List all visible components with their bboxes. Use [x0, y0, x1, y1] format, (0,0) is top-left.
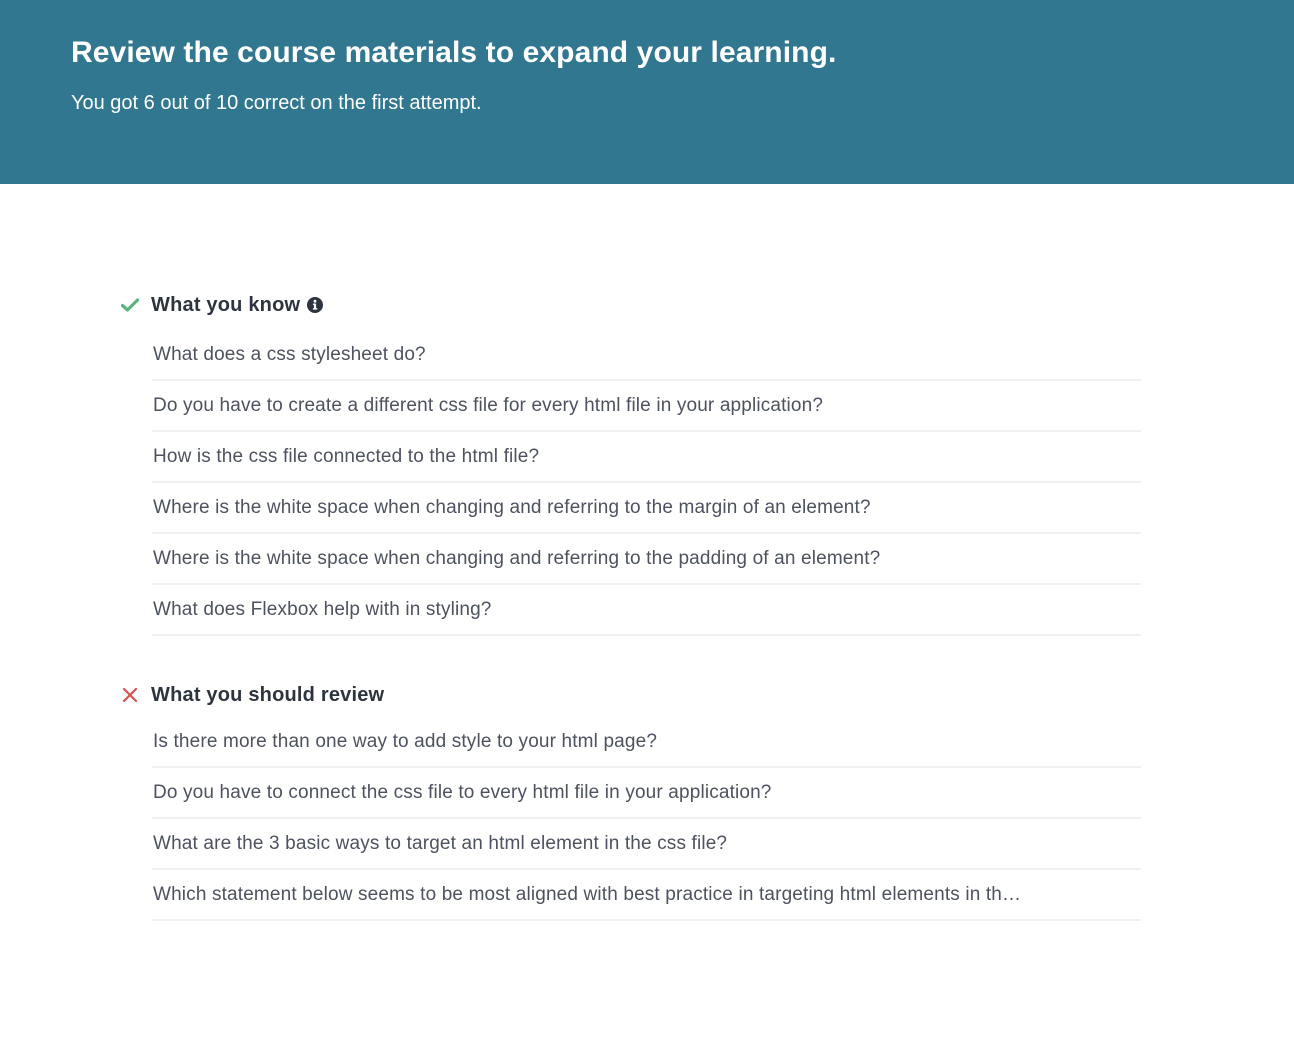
question-text: Where is the white space when changing a… — [153, 496, 871, 518]
question-text: Do you have to connect the css file to e… — [153, 781, 772, 803]
know-section: What you know What does a css stylesheet… — [120, 292, 1141, 636]
question-text: What does Flexbox help with in styling? — [153, 598, 492, 620]
results-banner: Review the course materials to expand yo… — [0, 0, 1294, 184]
question-item[interactable]: Which statement below seems to be most a… — [152, 870, 1141, 921]
review-section: What you should review Is there more tha… — [120, 682, 1141, 921]
know-section-header: What you know — [120, 292, 1141, 318]
question-item[interactable]: Is there more than one way to add style … — [152, 717, 1141, 768]
question-text: How is the css file connected to the htm… — [153, 445, 540, 467]
question-item[interactable]: What does a css stylesheet do? — [152, 330, 1141, 381]
know-section-title: What you know — [151, 293, 301, 316]
review-section-title: What you should review — [151, 683, 385, 706]
check-icon — [120, 295, 140, 315]
info-icon[interactable] — [307, 297, 324, 313]
question-text: What are the 3 basic ways to target an h… — [153, 832, 728, 854]
question-item[interactable]: What does Flexbox help with in styling? — [152, 585, 1141, 636]
question-item[interactable]: Where is the white space when changing a… — [152, 483, 1141, 534]
question-text: Do you have to create a different css fi… — [153, 394, 824, 416]
know-question-list: What does a css stylesheet do? Do you ha… — [152, 330, 1141, 636]
question-item[interactable]: Do you have to create a different css fi… — [152, 381, 1141, 432]
question-text: What does a css stylesheet do? — [153, 343, 426, 365]
review-section-header: What you should review — [120, 682, 1141, 708]
question-item[interactable]: How is the css file connected to the htm… — [152, 432, 1141, 483]
question-text: Where is the white space when changing a… — [153, 547, 881, 569]
question-item[interactable]: Do you have to connect the css file to e… — [152, 768, 1141, 819]
question-item[interactable]: Where is the white space when changing a… — [152, 534, 1141, 585]
question-item[interactable]: What are the 3 basic ways to target an h… — [152, 819, 1141, 870]
review-question-list: Is there more than one way to add style … — [152, 717, 1141, 921]
page-title: Review the course materials to expand yo… — [71, 36, 837, 69]
question-text: Which statement below seems to be most a… — [153, 883, 1022, 905]
score-summary: You got 6 out of 10 correct on the first… — [71, 92, 482, 114]
x-icon — [120, 685, 140, 705]
question-text: Is there more than one way to add style … — [153, 730, 658, 752]
